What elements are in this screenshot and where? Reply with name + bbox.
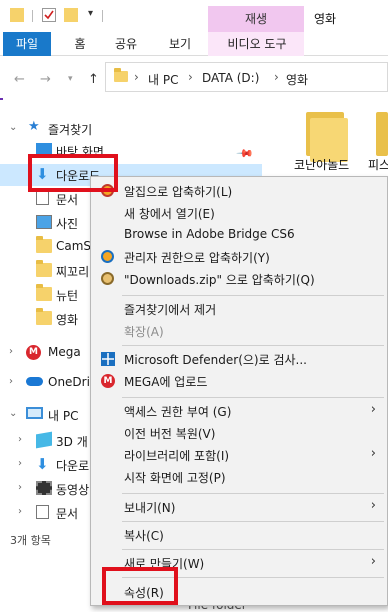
tab-home[interactable]: 홈 [68, 32, 92, 56]
tab-share[interactable]: 공유 [110, 32, 142, 56]
menu-item-adobe-bridge[interactable]: Browse in Adobe Bridge CS6 [92, 224, 388, 246]
menu-item-alzip-compress[interactable]: 알집으로 압축하기(L) [92, 180, 388, 202]
mega-icon: M [101, 374, 115, 388]
menu-item-remove-favorites[interactable]: 즐겨찾기에서 제거 [92, 298, 388, 320]
nav-label: Mega [48, 345, 81, 359]
folder-icon[interactable] [376, 112, 388, 156]
up-arrow-icon[interactable]: ↑ [88, 72, 99, 87]
menu-item-copy[interactable]: 복사(C) [92, 524, 388, 546]
tab-file[interactable]: 파일 [3, 32, 51, 56]
context-tab-header: 재생 [208, 6, 304, 32]
highlight-box-downloads [28, 154, 118, 192]
folder-icon [114, 68, 128, 82]
title-bar: ▾ 재생 영화 [0, 0, 388, 32]
tab-video-tools[interactable]: 비디오 도구 [214, 32, 300, 56]
nav-label: 내 PC [48, 409, 79, 423]
menu-item-compress-zip[interactable]: "Downloads.zip" 으로 압축하기(Q) [92, 268, 388, 290]
chevron-right-icon[interactable]: › [18, 458, 22, 469]
back-arrow-icon[interactable]: ← [14, 72, 25, 87]
alzip-admin-icon [101, 250, 114, 263]
chevron-right-icon: › [370, 402, 376, 417]
nav-label: 사진 [56, 217, 79, 231]
menu-item-restore-versions[interactable]: 이전 버전 복원(V) [92, 422, 388, 444]
download-arrow-icon: ⬇ [36, 455, 49, 473]
nav-label: 영화 [56, 313, 79, 327]
forward-arrow-icon[interactable]: → [40, 72, 51, 87]
new-folder-icon[interactable] [64, 8, 78, 22]
nav-label: 즐겨찾기 [48, 123, 93, 137]
chevron-right-icon[interactable]: › [9, 376, 13, 387]
menu-item-expand: 확장(A) [124, 325, 164, 339]
context-menu: 알집으로 압축하기(L) 새 창에서 열기(E) Browse in Adobe… [90, 176, 388, 606]
properties-check-icon[interactable] [42, 8, 56, 22]
quick-access-dropdown-icon[interactable]: ▾ [88, 8, 93, 19]
tab-view[interactable]: 보기 [164, 32, 196, 56]
nav-label: CamS [56, 239, 92, 253]
menu-item-send-to[interactable]: 보내기(N) › [92, 496, 388, 518]
monitor-icon [26, 407, 43, 419]
video-icon [36, 481, 52, 495]
menu-item-mega-upload[interactable]: M MEGA에 업로드 [92, 370, 388, 392]
nav-label: 3D 개 [56, 435, 88, 449]
window-title: 영화 [314, 12, 337, 26]
breadcrumb-current[interactable]: 영화 [286, 71, 308, 88]
menu-item-defender-scan[interactable]: Microsoft Defender(으)로 검사... [92, 348, 388, 370]
nav-label: 다운로 [56, 459, 90, 473]
chevron-right-icon[interactable]: › [18, 482, 22, 493]
chevron-down-icon[interactable]: ⌄ [9, 122, 17, 133]
menu-item-grant-access[interactable]: 액세스 권한 부여 (G) › [92, 400, 388, 422]
menu-separator [122, 397, 384, 398]
breadcrumb-drive[interactable]: DATA (D:) [202, 71, 259, 85]
mega-icon: M [26, 345, 41, 360]
menu-item-admin-compress[interactable]: 관리자 권한으로 압축하기(Y) [92, 246, 388, 268]
document-icon [36, 191, 49, 205]
folder-icon [36, 308, 52, 325]
chevron-right-icon: › [370, 498, 376, 513]
menu-item-open-new-window[interactable]: 새 창에서 열기(E) [92, 202, 388, 224]
folder-icon [36, 284, 52, 301]
chevron-right-icon[interactable]: › [9, 346, 13, 357]
menu-separator [122, 345, 384, 346]
recent-dropdown-icon[interactable]: ▾ [68, 74, 73, 84]
menu-item-pin-start[interactable]: 시작 화면에 고정(P) [92, 466, 388, 488]
chevron-right-icon[interactable]: › [274, 70, 279, 84]
menu-separator [122, 493, 384, 494]
divider [102, 10, 103, 22]
chevron-right-icon: › [370, 554, 376, 569]
divider [32, 10, 33, 22]
menu-item-include-library[interactable]: 라이브러리에 포함(I) › [92, 444, 388, 466]
nav-label: 뉴턴 [56, 289, 79, 303]
folder-label[interactable]: 피스 [368, 156, 388, 173]
highlight-box-properties [102, 567, 178, 605]
nav-label: 문서 [56, 193, 79, 207]
folder-icon[interactable] [10, 8, 24, 22]
alzip-icon [101, 272, 114, 285]
menu-separator [122, 295, 384, 296]
chevron-right-icon: › [370, 446, 376, 461]
chevron-right-icon[interactable]: › [188, 70, 193, 84]
address-bar[interactable]: › 내 PC › DATA (D:) › 영화 [105, 62, 388, 92]
menu-separator [122, 521, 384, 522]
nav-label: 동영상 [56, 483, 90, 497]
item-count: 3개 항목 [10, 534, 51, 547]
nav-label: 찌꼬리 [56, 265, 90, 279]
star-icon: ★ [28, 119, 40, 134]
cloud-icon [26, 377, 43, 386]
pictures-icon [36, 215, 52, 229]
defender-icon [101, 352, 115, 366]
ribbon-tabs: 파일 홈 공유 보기 비디오 도구 [0, 32, 388, 56]
nav-label: 문서 [56, 507, 79, 521]
3d-objects-icon [36, 431, 52, 449]
folder-icon [36, 236, 52, 253]
chevron-right-icon[interactable]: › [18, 506, 22, 517]
chevron-right-icon[interactable]: › [18, 434, 22, 445]
nav-quick-access[interactable]: ⌄ ★ 즐겨찾기 [0, 118, 262, 140]
breadcrumb-this-pc[interactable]: 내 PC [148, 71, 178, 88]
menu-separator [122, 549, 384, 550]
chevron-down-icon[interactable]: ⌄ [9, 408, 17, 419]
chevron-right-icon[interactable]: › [134, 70, 139, 84]
document-icon [36, 505, 49, 519]
folder-icon [36, 260, 52, 277]
folder-label[interactable]: 코난아놀드 [294, 156, 349, 173]
